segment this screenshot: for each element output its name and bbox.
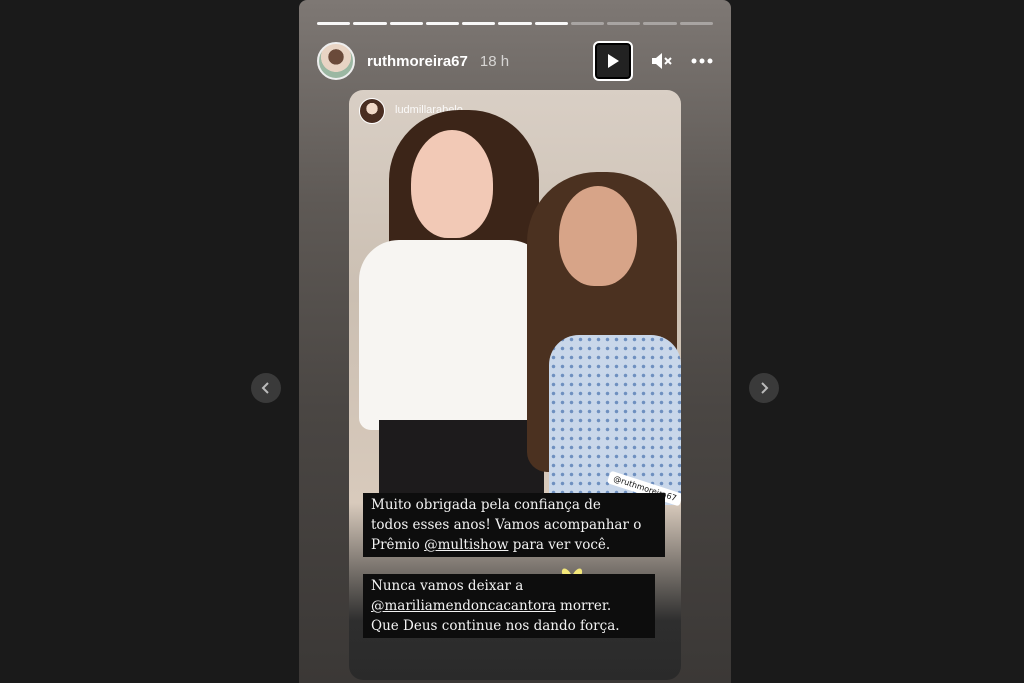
progress-segment <box>607 22 641 25</box>
chevron-left-icon <box>261 382 269 394</box>
caption-line: Que Deus continue nos dando força. <box>371 618 620 634</box>
story-panel[interactable]: ruthmoreira67 18 h ludmillarabelo @ruthm… <box>299 0 731 683</box>
play-icon <box>608 54 619 68</box>
photo-person-right-face <box>559 186 637 286</box>
caption-line: Nunca vamos deixar a <box>371 578 524 594</box>
previous-story-button[interactable] <box>251 373 281 403</box>
caption-text-one: Muito obrigada pela confiança de todos e… <box>363 493 665 557</box>
photo-person-left-face <box>411 130 493 238</box>
mention-link[interactable]: @multishow <box>424 537 508 553</box>
speaker-muted-icon <box>652 53 672 69</box>
progress-segment <box>462 22 496 25</box>
story-controls <box>593 41 713 81</box>
caption-text: para ver você. <box>508 537 611 553</box>
progress-segment <box>498 22 532 25</box>
caption-line: todos esses anos! Vamos acompanhar o <box>371 517 642 533</box>
progress-segment <box>570 22 605 25</box>
reshared-post-photo[interactable]: ludmillarabelo @ruthmoreira67 Muito obri… <box>349 90 681 680</box>
progress-segment <box>679 22 713 25</box>
story-progress-bar <box>317 22 713 25</box>
photo-person-left-top <box>359 240 549 430</box>
chevron-right-icon <box>761 382 769 394</box>
progress-segment <box>353 22 387 25</box>
avatar[interactable] <box>317 42 355 80</box>
next-story-button[interactable] <box>749 373 779 403</box>
story-timestamp: 18 h <box>479 52 510 70</box>
progress-segment <box>389 22 423 25</box>
caption-text-two: Nunca vamos deixar a @mariliamendoncacan… <box>363 574 655 638</box>
caption-text: Prêmio <box>371 537 425 553</box>
more-horizontal-icon <box>691 58 713 64</box>
story-viewer: ruthmoreira67 18 h ludmillarabelo @ruthm… <box>0 0 1024 683</box>
caption-line: Muito obrigada pela confiança de <box>371 497 601 513</box>
progress-segment <box>643 22 677 25</box>
progress-segment <box>534 22 568 25</box>
mute-button[interactable] <box>651 52 673 70</box>
progress-segment <box>425 22 460 25</box>
play-button[interactable] <box>593 41 633 81</box>
more-options-button[interactable] <box>691 58 713 64</box>
caption-text: morrer. <box>555 598 612 614</box>
caption-line: @mariliamendoncacantora morrer. <box>371 596 647 616</box>
mention-link[interactable]: @mariliamendoncacantora <box>371 598 556 614</box>
progress-segment <box>317 22 351 25</box>
story-header: ruthmoreira67 18 h <box>317 41 713 81</box>
story-username[interactable]: ruthmoreira67 <box>367 53 468 70</box>
repost-avatar[interactable] <box>359 98 385 124</box>
caption-line: Prêmio @multishow para ver você. <box>371 535 657 555</box>
